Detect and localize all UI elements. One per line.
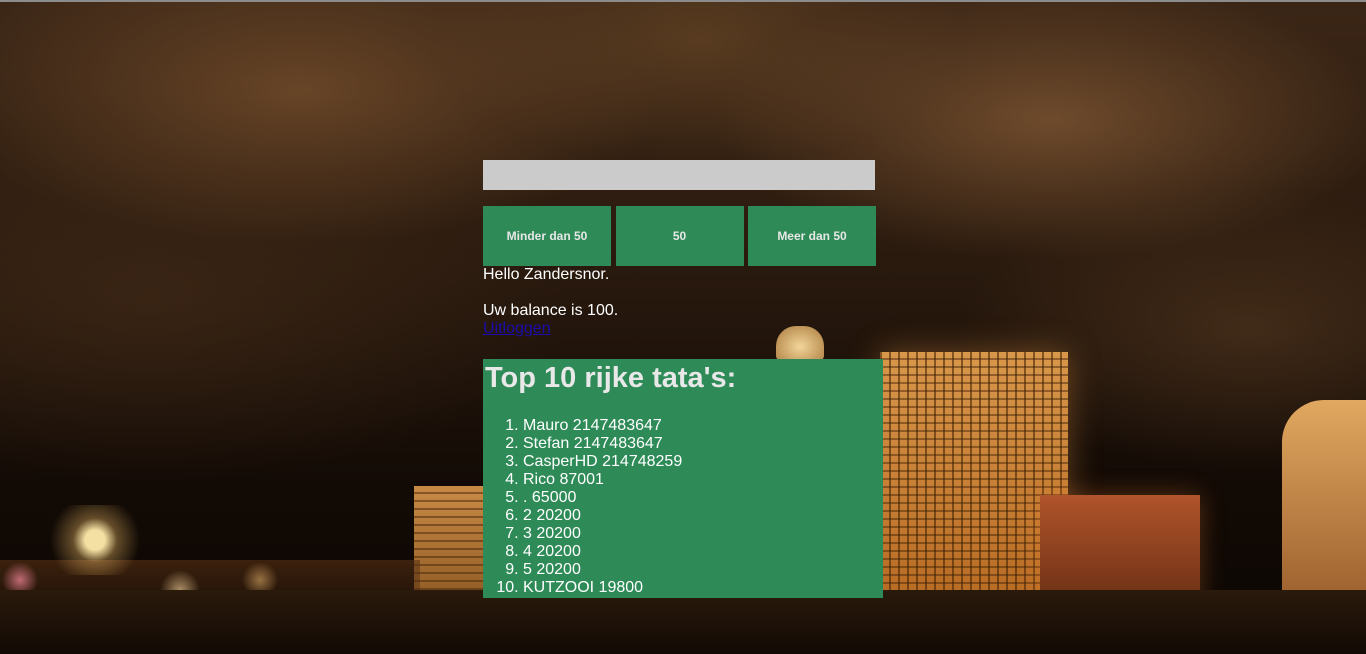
less-than-50-button[interactable]: Minder dan 50: [483, 206, 611, 266]
street-lamp: [50, 505, 140, 575]
bet-button-row: Minder dan 50 50 Meer dan 50: [483, 206, 876, 266]
logout-link[interactable]: Uitloggen: [483, 320, 883, 338]
left-building: [414, 486, 484, 606]
greeting-text: Hello Zandersnor.: [483, 266, 610, 283]
game-panel: Minder dan 50 50 Meer dan 50 Hello Zande…: [483, 160, 883, 338]
balance-text: Uw balance is 100.: [483, 302, 619, 319]
leaderboard-panel: Top 10 rijke tata's: Mauro 2147483647 St…: [483, 359, 883, 598]
leaderboard-entry: KUTZOOI 19800: [523, 579, 883, 597]
leaderboard-entry: . 65000: [523, 489, 883, 507]
leaderboard-entry: Rico 87001: [523, 471, 883, 489]
top-border: [0, 0, 1366, 2]
leaderboard-entry: Mauro 2147483647: [523, 417, 883, 435]
leaderboard-entry: Stefan 2147483647: [523, 435, 883, 453]
dome-building: [1282, 400, 1366, 610]
leaderboard-entry: 2 20200: [523, 507, 883, 525]
ground: [0, 590, 1366, 654]
balance-block: Uw balance is 100. Uitloggen: [483, 302, 883, 338]
more-than-50-button[interactable]: Meer dan 50: [748, 206, 876, 266]
leaderboard-entry: 5 20200: [523, 561, 883, 579]
exactly-50-button[interactable]: 50: [615, 206, 744, 266]
leaderboard-entry: CasperHD 214748259: [523, 453, 883, 471]
bet-input[interactable]: [483, 160, 875, 190]
leaderboard-entry: 3 20200: [523, 525, 883, 543]
villa-building: [1040, 495, 1200, 605]
leaderboard-entry: 4 20200: [523, 543, 883, 561]
leaderboard-list: Mauro 2147483647 Stefan 2147483647 Caspe…: [483, 417, 883, 597]
leaderboard-title: Top 10 rijke tata's:: [485, 362, 737, 394]
